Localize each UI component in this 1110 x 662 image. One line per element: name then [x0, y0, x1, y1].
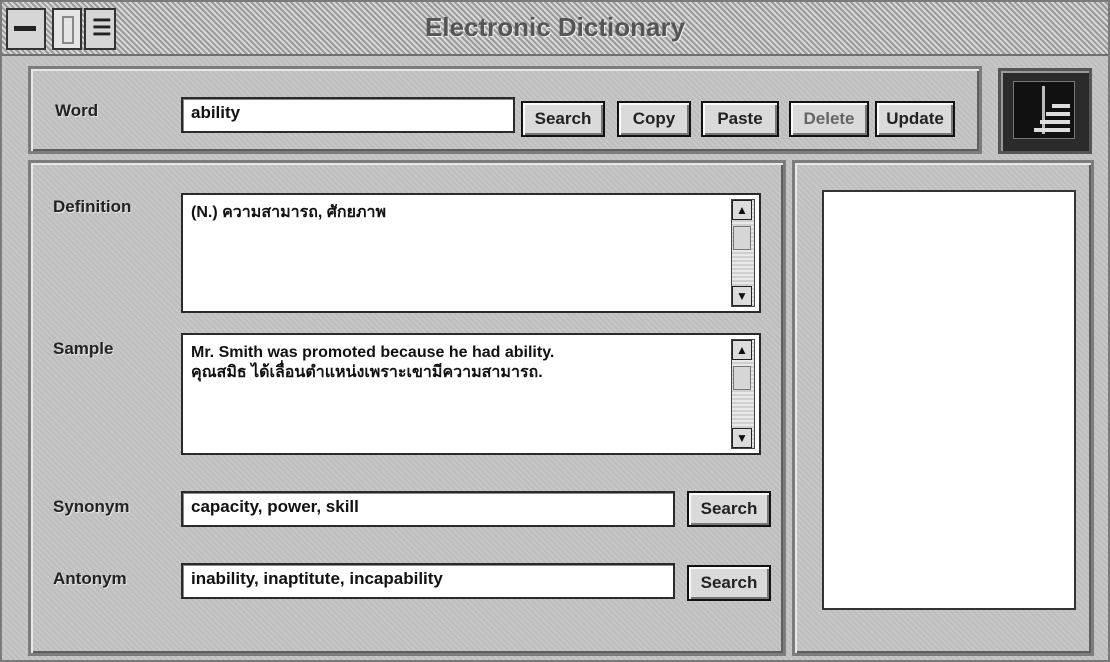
title-bar[interactable]: ☰ Electronic Dictionary — [2, 2, 1108, 56]
arrow-down-icon[interactable]: ▼ — [732, 428, 752, 448]
definition-scrollbar[interactable]: ▲ ▼ — [731, 199, 755, 307]
dictionary-logo-icon — [998, 68, 1092, 154]
scroll-thumb[interactable] — [733, 226, 751, 250]
sample-line-thai: คุณสมิธ ได้เลื่อนตำแหน่งเพราะเขามีความสา… — [191, 364, 543, 381]
definition-text: (N.) ความสามารถ, ศักยภาพ — [191, 204, 387, 221]
logo-bar — [1052, 104, 1070, 108]
paste-button[interactable]: Paste — [701, 101, 779, 137]
search-button[interactable]: Search — [521, 101, 605, 137]
sample-line-english: Mr. Smith was promoted because he had ab… — [191, 344, 555, 361]
sample-textarea[interactable]: Mr. Smith was promoted because he had ab… — [181, 333, 761, 455]
delete-button[interactable]: Delete — [789, 101, 869, 137]
sample-label: Sample — [53, 339, 114, 358]
logo-graphic — [1013, 81, 1075, 139]
arrow-up-icon[interactable]: ▲ — [732, 340, 752, 360]
antonym-label: Antonym — [53, 569, 127, 588]
definition-textarea[interactable]: (N.) ความสามารถ, ศักยภาพ ▲ ▼ — [181, 193, 761, 313]
word-panel: Word ability Search Copy Paste Delete Up… — [28, 66, 982, 154]
window-title: Electronic Dictionary — [424, 12, 686, 42]
antonym-search-button[interactable]: Search — [687, 565, 771, 601]
dictionary-window: ☰ Electronic Dictionary Word ability Sea… — [0, 0, 1110, 662]
logo-bar — [1040, 120, 1070, 124]
copy-button[interactable]: Copy — [617, 101, 691, 137]
sample-scrollbar[interactable]: ▲ ▼ — [731, 339, 755, 449]
logo-bar — [1046, 112, 1070, 116]
update-button[interactable]: Update — [875, 101, 955, 137]
word-input[interactable]: ability — [181, 97, 515, 133]
logo-bar — [1034, 128, 1070, 132]
scroll-thumb[interactable] — [733, 366, 751, 390]
synonym-label: Synonym — [53, 497, 130, 516]
picture-box — [822, 190, 1076, 610]
synonym-input[interactable]: capacity, power, skill — [181, 491, 675, 527]
word-label: Word — [55, 101, 99, 120]
antonym-input[interactable]: inability, inaptitute, incapability — [181, 563, 675, 599]
arrow-up-icon[interactable]: ▲ — [732, 200, 752, 220]
logo-stem — [1042, 86, 1045, 134]
synonym-search-button[interactable]: Search — [687, 491, 771, 527]
arrow-down-icon[interactable]: ▼ — [732, 286, 752, 306]
definition-label: Definition — [53, 197, 132, 216]
entry-panel: Definition (N.) ความสามารถ, ศักยภาพ ▲ ▼ … — [28, 160, 786, 656]
sample-text: Mr. Smith was promoted because he had ab… — [191, 343, 725, 383]
